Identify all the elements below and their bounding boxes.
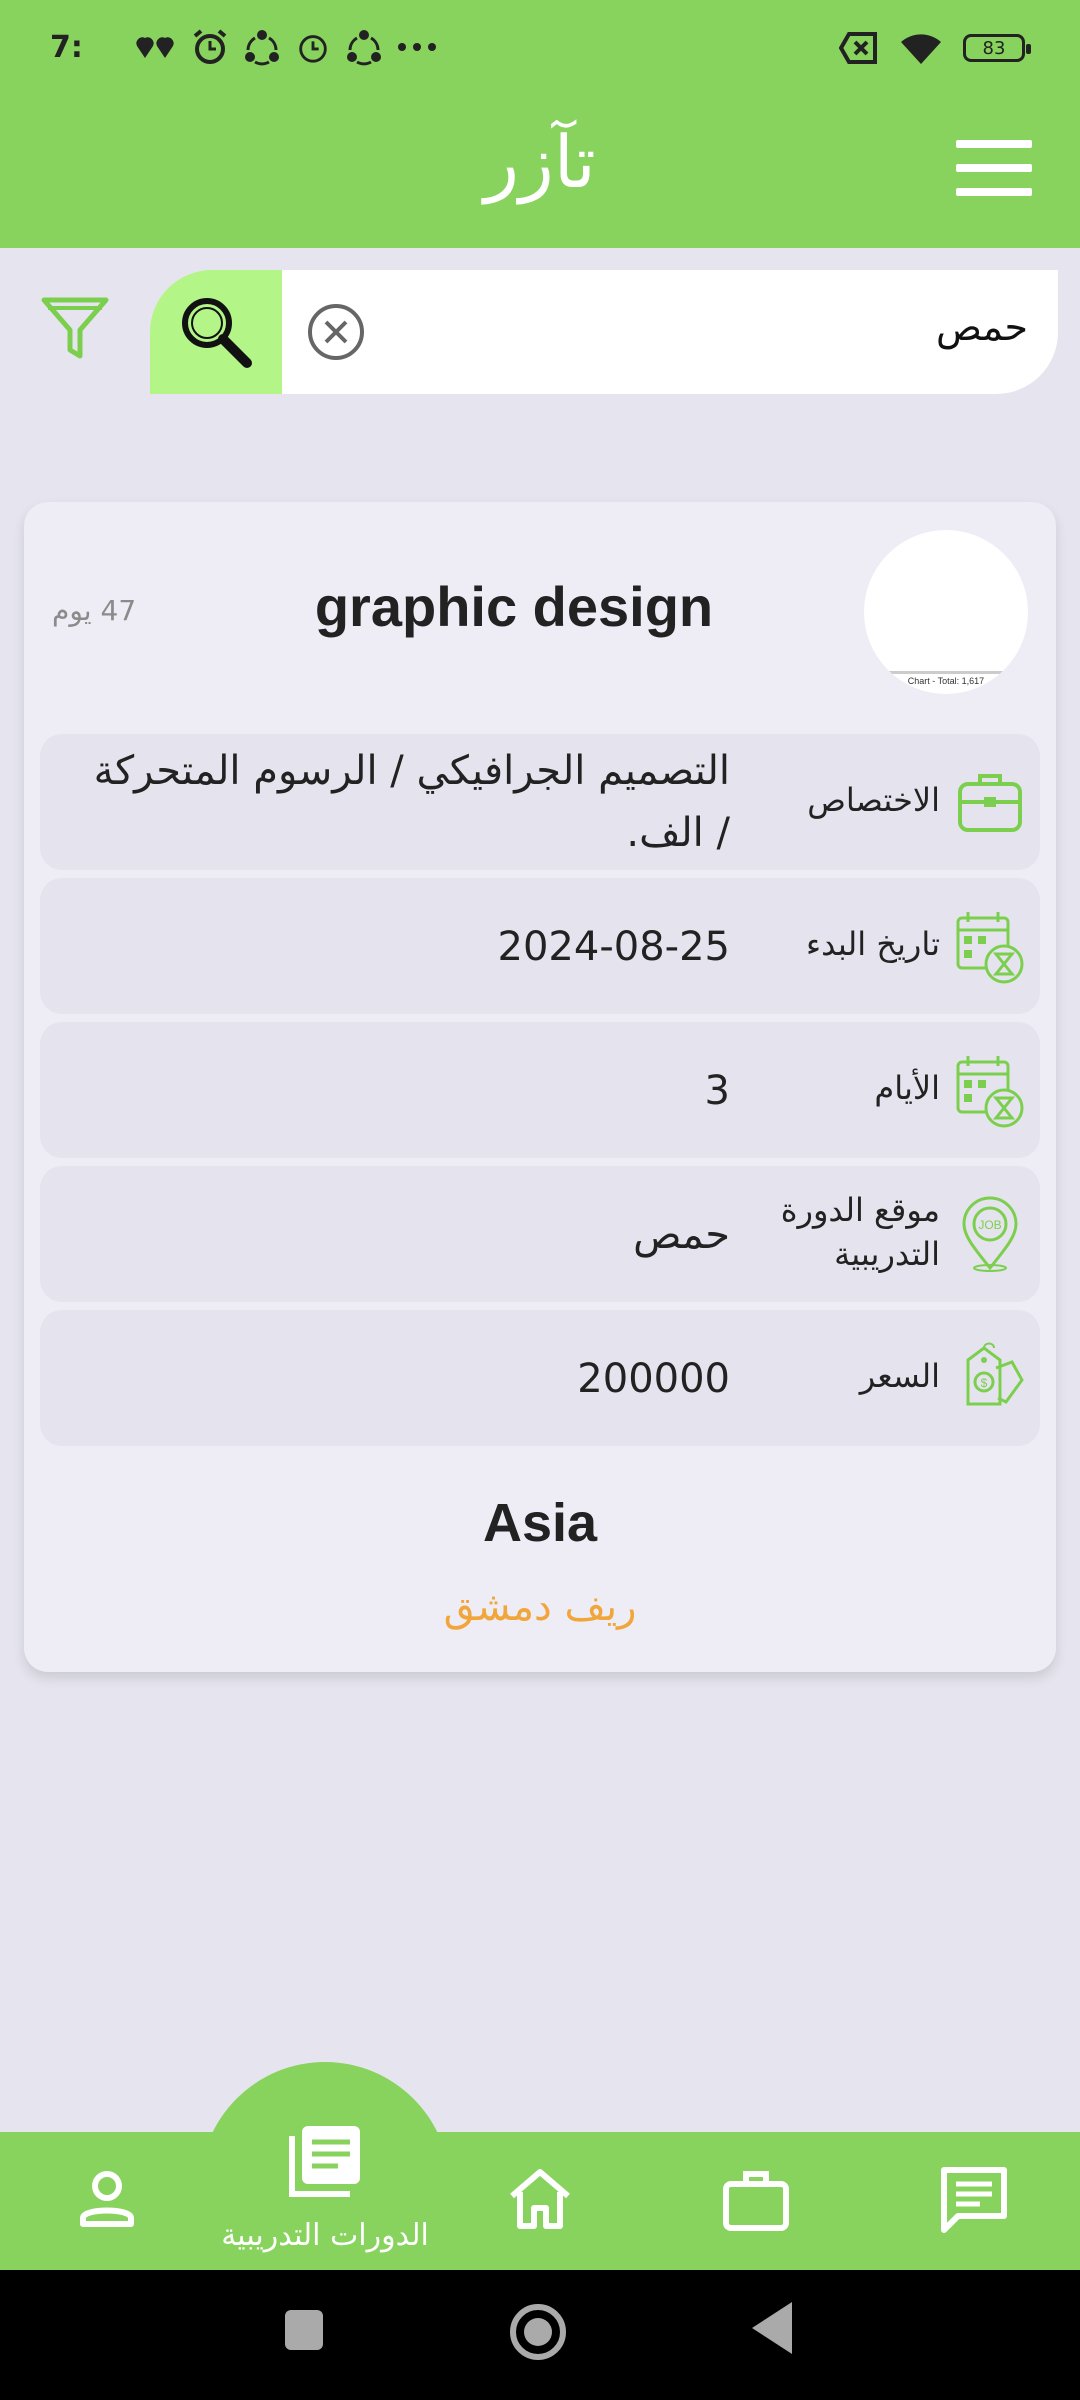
- job-location-pin-icon: JOB: [962, 1196, 1018, 1272]
- alarm-icon: [193, 29, 227, 64]
- more-dots-icon: [398, 43, 436, 51]
- profile-icon[interactable]: [67, 2160, 147, 2240]
- row-label: السعر: [859, 1357, 940, 1395]
- app-title: تآزر: [484, 120, 596, 204]
- share-network-icon: [245, 30, 279, 66]
- search-button[interactable]: [150, 270, 282, 394]
- app-bar: تآزر: [0, 100, 1080, 248]
- row-value: التصميم الجرافيكي / الرسوم المتحركة / ال…: [93, 748, 730, 856]
- row-label: موقع الدورة التدريبية: [780, 1191, 940, 1273]
- row-specialization: الاختصاص التصميم الجرافيكي / الرسوم المت…: [40, 734, 1040, 870]
- hearts-icon: [136, 37, 174, 58]
- status-time: 7:: [50, 30, 83, 65]
- row-price: $ السعر 200000: [40, 1310, 1040, 1446]
- alarm-icon: [299, 35, 327, 63]
- status-bar: 7: 83: [0, 0, 1080, 100]
- row-label: الاختصاص: [807, 781, 940, 819]
- logo-caption: Chart - Total: 1,617: [864, 671, 1028, 686]
- chat-icon[interactable]: [934, 2160, 1014, 2240]
- price-tag-icon: $: [966, 1342, 1024, 1406]
- calendar-hourglass-icon: [956, 912, 1024, 984]
- filter-funnel-icon[interactable]: [40, 294, 110, 364]
- course-logo: Chart - Total: 1,617: [864, 530, 1028, 694]
- home-button-icon[interactable]: [510, 2304, 566, 2360]
- status-system-icons: 83: [839, 30, 1031, 66]
- row-value: حمص: [633, 1212, 730, 1258]
- search-bar: حمص: [0, 270, 1080, 394]
- calendar-hourglass-icon: [956, 1056, 1024, 1128]
- system-nav-bar: [0, 2270, 1080, 2400]
- briefcase-icon: [958, 774, 1022, 832]
- wifi-icon: [901, 34, 941, 64]
- hamburger-menu-icon[interactable]: [956, 140, 1032, 200]
- course-card[interactable]: 47 يوم graphic design Chart - Total: 1,6…: [24, 502, 1056, 1672]
- search-query-text: حمص: [935, 305, 1028, 349]
- row-start-date: تاريخ البدء 2024-08-25: [40, 878, 1040, 1014]
- row-value: 3: [704, 1068, 730, 1114]
- row-location: JOB موقع الدورة التدريبية حمص: [40, 1166, 1040, 1302]
- svg-text:JOB: JOB: [978, 1218, 1001, 1232]
- course-city: ريف دمشق: [443, 1584, 637, 1630]
- row-value: 200000: [577, 1356, 730, 1402]
- nav-courses-label[interactable]: الدورات التدريبية: [205, 2218, 445, 2253]
- sim-disabled-icon: [839, 32, 877, 64]
- course-region: Asia: [482, 1493, 598, 1553]
- battery-level: 83: [982, 37, 1006, 59]
- home-icon[interactable]: [500, 2160, 580, 2240]
- svg-text:$: $: [981, 1376, 988, 1390]
- posted-days-ago: 47 يوم: [52, 594, 137, 627]
- row-days: الأيام 3: [40, 1022, 1040, 1158]
- row-label: تاريخ البدء: [806, 925, 940, 963]
- courses-icon[interactable]: [282, 2120, 366, 2204]
- row-label: الأيام: [874, 1069, 940, 1107]
- status-notification-icons: [135, 28, 437, 66]
- search-icon: [182, 298, 252, 368]
- clear-icon[interactable]: [306, 302, 366, 362]
- course-title: graphic design: [314, 575, 714, 638]
- recent-apps-icon[interactable]: [285, 2310, 323, 2350]
- briefcase-icon[interactable]: [716, 2160, 796, 2240]
- battery-icon: 83: [963, 34, 1031, 62]
- share-network-icon: [347, 30, 381, 66]
- search-input[interactable]: حمص: [282, 270, 1058, 394]
- row-value: 2024-08-25: [497, 924, 730, 970]
- back-icon[interactable]: [752, 2302, 792, 2354]
